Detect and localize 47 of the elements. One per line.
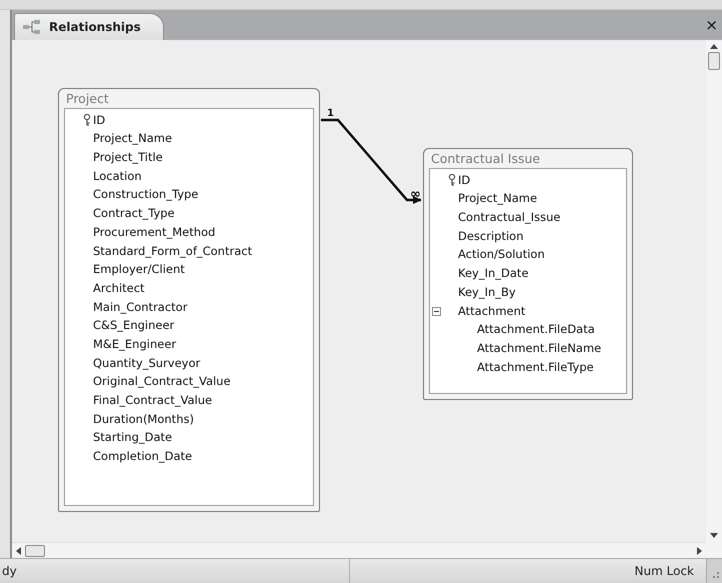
field-name[interactable]: Action/Solution [458,246,545,264]
field-name[interactable]: C&S_Engineer [93,317,174,335]
relationships-tab[interactable]: Relationships [14,13,164,40]
field-name[interactable]: Attachment.FileData [477,321,595,338]
field-name[interactable]: Attachment.FileType [477,358,594,376]
relationship-label: 1 [327,109,334,119]
scroll-down-arrow-icon[interactable] [710,533,718,538]
table-title: Project [65,90,110,108]
field-name[interactable]: Construction_Type [93,186,198,204]
relationship-label: ∞ [410,188,421,201]
status-text: dy [2,563,17,580]
scrollbar-thumb[interactable] [25,544,45,556]
field-name[interactable]: Contractual_Issue [458,209,560,226]
field-name[interactable]: Key_In_Date [458,265,529,282]
scrollbar-thumb[interactable] [708,52,720,70]
field-name[interactable]: Final_Contract_Value [93,392,212,410]
field-name[interactable]: Project_Title [93,149,163,166]
field-name[interactable]: Attachment [458,302,526,320]
field-name[interactable]: Project_Name [93,130,172,148]
field-name[interactable]: Employer/Client [93,261,185,278]
field-name[interactable]: Architect [93,280,145,298]
status-text: Num Lock [634,563,695,580]
close-button[interactable]: × [701,18,722,32]
field-name[interactable]: Key_In_By [458,284,516,302]
field-name[interactable]: Starting_Date [93,429,172,447]
field-name[interactable]: Project_Name [458,190,538,208]
field-name[interactable]: Contract_Type [93,205,175,222]
field-name[interactable]: Quantity_Surveyor [93,354,200,372]
field-name[interactable]: Main_Contractor [93,298,188,316]
field-name[interactable]: Duration(Months) [93,410,194,428]
scroll-right-arrow-icon[interactable] [697,546,702,554]
field-name[interactable]: Description [458,228,524,246]
field-name[interactable]: Location [93,168,142,186]
field-name[interactable]: Completion_Date [93,448,192,466]
field-name[interactable]: ID [93,112,106,129]
relationships-icon [23,20,41,34]
scroll-left-arrow-icon[interactable] [16,546,21,554]
table-title: Contractual Issue [430,150,542,168]
collapse-icon[interactable] [432,306,441,316]
field-name[interactable]: Procurement_Method [93,224,216,242]
field-name[interactable]: Standard_Form_of_Contract [93,242,252,260]
scroll-up-arrow-icon[interactable] [710,44,718,49]
field-name[interactable]: M&E_Engineer [93,336,176,354]
field-name[interactable]: ID [458,172,470,189]
field-name[interactable]: Attachment.FileName [477,340,602,358]
resize-grip-icon [713,572,719,578]
field-name[interactable]: Original_Contract_Value [93,373,231,391]
